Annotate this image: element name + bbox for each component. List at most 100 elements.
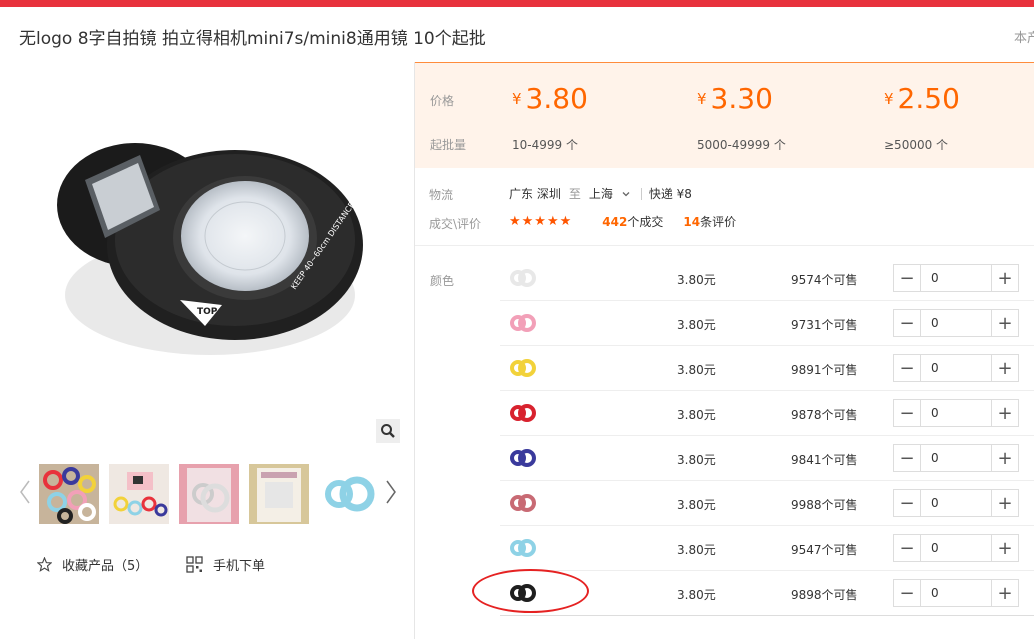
qr-code-icon bbox=[186, 556, 203, 573]
decrement-button[interactable]: − bbox=[894, 490, 920, 516]
quantity-stepper[interactable]: −0 + bbox=[893, 264, 1019, 292]
annotation-circle bbox=[472, 569, 589, 613]
shipping-separator bbox=[640, 187, 642, 200]
sku-stock: 9574个可售 bbox=[791, 273, 858, 287]
quantity-stepper[interactable]: −0 + bbox=[893, 444, 1019, 472]
rating-label: 成交\评价 bbox=[429, 217, 482, 231]
sku-price: 3.80元 bbox=[677, 543, 716, 557]
rating-stars: ★★★★★ bbox=[509, 214, 573, 229]
decrement-button[interactable]: − bbox=[894, 400, 920, 426]
increment-button[interactable]: + bbox=[992, 400, 1018, 426]
deals-text[interactable]: 个成交 bbox=[627, 213, 663, 230]
thumbnail-5[interactable] bbox=[319, 464, 379, 524]
sku-stock: 9878个可售 bbox=[791, 408, 858, 422]
quantity-stepper[interactable]: −0 + bbox=[893, 579, 1019, 607]
increment-button[interactable]: + bbox=[992, 265, 1018, 291]
ship-from: 广东 深圳 bbox=[509, 187, 561, 201]
quantity-stepper[interactable]: −0 + bbox=[893, 309, 1019, 337]
sku-price: 3.80元 bbox=[677, 273, 716, 287]
sku-price: 3.80元 bbox=[677, 318, 716, 332]
thumbnail-4[interactable] bbox=[249, 464, 309, 524]
quantity-stepper[interactable]: −0 + bbox=[893, 489, 1019, 517]
quantity-input[interactable]: 0 bbox=[920, 580, 992, 606]
quantity-stepper[interactable]: −0 + bbox=[893, 534, 1019, 562]
sku-stock: 9547个可售 bbox=[791, 543, 858, 557]
sku-price: 3.80元 bbox=[677, 363, 716, 377]
decrement-button[interactable]: − bbox=[894, 535, 920, 561]
price-tier-2: ¥3.30 bbox=[697, 82, 773, 115]
price-tier-3: ¥2.50 bbox=[884, 82, 960, 115]
ship-to-word: 至 bbox=[568, 187, 581, 201]
sku-thumbnail[interactable] bbox=[508, 490, 536, 516]
quantity-input[interactable]: 0 bbox=[920, 445, 992, 471]
mobile-order-label: 手机下单 bbox=[213, 559, 266, 574]
sku-stock: 9988个可售 bbox=[791, 498, 858, 512]
quantity-input[interactable]: 0 bbox=[920, 355, 992, 381]
sku-thumbnail[interactable] bbox=[508, 355, 536, 381]
decrement-button[interactable]: − bbox=[894, 580, 920, 606]
increment-button[interactable]: + bbox=[992, 445, 1018, 471]
moq-label: 起批量 bbox=[430, 138, 467, 152]
quantity-input[interactable]: 0 bbox=[920, 310, 992, 336]
header-side-text: 本产 bbox=[1014, 31, 1034, 46]
quantity-stepper[interactable]: −0 + bbox=[893, 354, 1019, 382]
sku-price: 3.80元 bbox=[677, 453, 716, 467]
thumbnail-1[interactable] bbox=[39, 464, 99, 524]
quantity-input[interactable]: 0 bbox=[920, 535, 992, 561]
sku-row: 3.80元 9547个可售 −0 + bbox=[500, 526, 1034, 571]
reviews-text[interactable]: 条评价 bbox=[700, 213, 736, 230]
color-label: 颜色 bbox=[430, 274, 455, 288]
decrement-button[interactable]: − bbox=[894, 265, 920, 291]
sku-thumbnail[interactable] bbox=[508, 535, 536, 561]
increment-button[interactable]: + bbox=[992, 355, 1018, 381]
reviews-count[interactable]: 14 bbox=[683, 215, 700, 229]
sku-thumbnail[interactable] bbox=[508, 400, 536, 426]
increment-button[interactable]: + bbox=[992, 535, 1018, 561]
thumb-prev-arrow[interactable] bbox=[18, 478, 32, 506]
ship-to[interactable]: 上海 bbox=[589, 185, 613, 202]
sku-price: 3.80元 bbox=[677, 408, 716, 422]
section-divider bbox=[415, 245, 1034, 246]
zoom-button[interactable] bbox=[376, 419, 400, 443]
decrement-button[interactable]: − bbox=[894, 310, 920, 336]
sku-thumbnail[interactable] bbox=[508, 445, 536, 471]
sku-stock: 9841个可售 bbox=[791, 453, 858, 467]
sku-row: 3.80元 9841个可售 −0 + bbox=[500, 436, 1034, 481]
thumbnail-3[interactable] bbox=[179, 464, 239, 524]
sku-row: 3.80元 9988个可售 −0 + bbox=[500, 481, 1034, 526]
favorite-button[interactable]: 收藏产品（5） bbox=[37, 555, 148, 574]
sku-stock: 9731个可售 bbox=[791, 318, 858, 332]
sku-price: 3.80元 bbox=[677, 498, 716, 512]
mobile-order-button[interactable]: 手机下单 bbox=[186, 555, 265, 574]
sku-row: 3.80元 9574个可售 −0 + bbox=[500, 256, 1034, 301]
thumbnail-2[interactable] bbox=[109, 464, 169, 524]
sku-thumbnail[interactable] bbox=[508, 310, 536, 336]
rating-info: ★★★★★ 442 个成交 14 条评价 bbox=[509, 213, 756, 230]
chevron-down-icon[interactable] bbox=[621, 189, 631, 199]
range-tier-1: 10-4999 个 bbox=[512, 138, 578, 152]
price-label: 价格 bbox=[430, 94, 455, 108]
sku-thumbnail[interactable] bbox=[508, 265, 536, 291]
quantity-stepper[interactable]: −0 + bbox=[893, 399, 1019, 427]
sku-row: 3.80元 9731个可售 −0 + bbox=[500, 301, 1034, 346]
increment-button[interactable]: + bbox=[992, 580, 1018, 606]
sku-row: 3.80元 9891个可售 −0 + bbox=[500, 346, 1034, 391]
quantity-input[interactable]: 0 bbox=[920, 400, 992, 426]
shipping-label: 物流 bbox=[429, 188, 454, 202]
deals-count[interactable]: 442 bbox=[602, 215, 627, 229]
increment-button[interactable]: + bbox=[992, 490, 1018, 516]
thumb-next-arrow[interactable] bbox=[384, 478, 398, 506]
price-tier-1: ¥3.80 bbox=[512, 82, 588, 115]
lens-top-marker: TOP bbox=[197, 307, 218, 317]
product-title: 无logo 8字自拍镜 拍立得相机mini7s/mini8通用镜 10个起批 bbox=[19, 29, 486, 49]
increment-button[interactable]: + bbox=[992, 310, 1018, 336]
star-outline-icon bbox=[37, 557, 52, 572]
range-tier-2: 5000-49999 个 bbox=[697, 138, 786, 152]
quantity-input[interactable]: 0 bbox=[920, 265, 992, 291]
quantity-input[interactable]: 0 bbox=[920, 490, 992, 516]
sku-row: 3.80元 9878个可售 −0 + bbox=[500, 391, 1034, 436]
decrement-button[interactable]: − bbox=[894, 445, 920, 471]
range-tier-3: ≥50000 个 bbox=[884, 138, 949, 152]
decrement-button[interactable]: − bbox=[894, 355, 920, 381]
sku-stock: 9891个可售 bbox=[791, 363, 858, 377]
